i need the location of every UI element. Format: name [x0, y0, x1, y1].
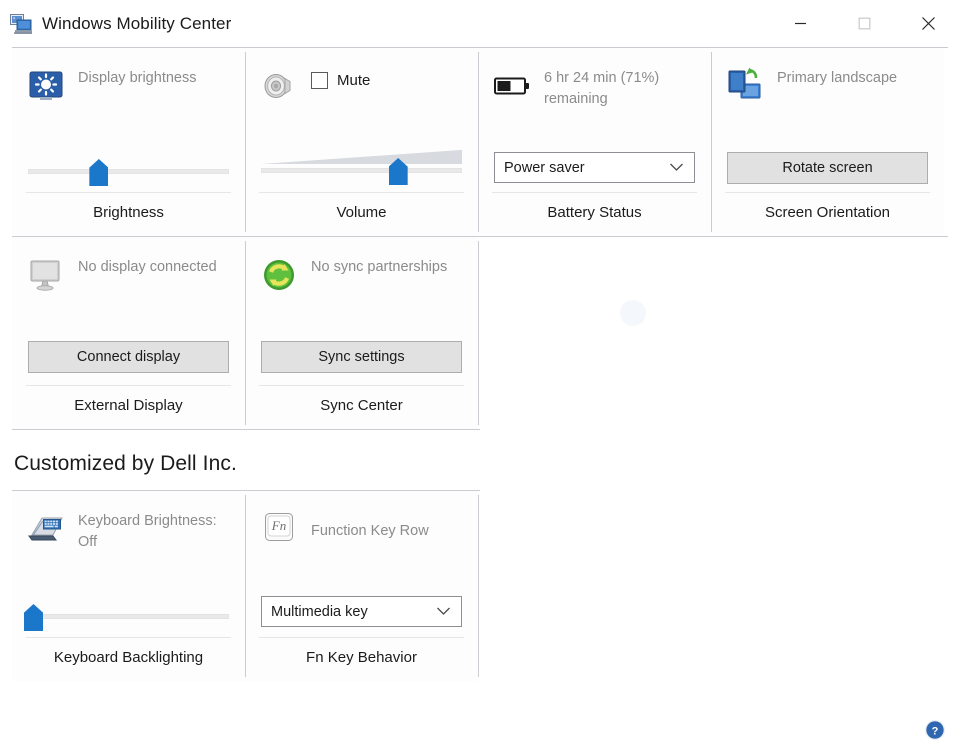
slider-widget[interactable] — [28, 599, 229, 633]
slider-thumb[interactable] — [24, 604, 43, 631]
fn-key-icon: Fn — [259, 509, 299, 549]
volume-slider[interactable] — [245, 148, 478, 188]
tile-footer-label: Brightness — [12, 193, 245, 233]
help-icon: ? — [924, 719, 946, 741]
tile-footer-label: Battery Status — [478, 193, 711, 233]
checkbox-box[interactable] — [311, 72, 328, 89]
tile-header: Fn Function Key Row — [245, 491, 478, 593]
window-controls — [768, 0, 960, 47]
tile-screen-orientation: Primary landscape Rotate screen Screen O… — [711, 48, 944, 236]
sync-settings-button[interactable]: Sync settings — [261, 341, 462, 373]
rotate-screen-button-wrap: Rotate screen — [711, 152, 944, 184]
chevron-down-icon[interactable] — [669, 160, 684, 176]
tile-header: No display connected — [12, 237, 245, 317]
help-button[interactable]: ? — [924, 719, 946, 741]
tile-footer: Battery Status — [478, 192, 711, 236]
tile-brightness: Display brightness Brightness — [12, 48, 245, 236]
slider-widget[interactable] — [28, 154, 229, 188]
connect-display-button[interactable]: Connect display — [28, 341, 229, 373]
keyboard-backlight-icon — [26, 509, 66, 549]
rotate-screen-button[interactable]: Rotate screen — [727, 152, 928, 184]
slider-track — [28, 169, 229, 174]
brightness-slider[interactable] — [12, 154, 245, 188]
grid-bottom-rule — [12, 429, 480, 430]
svg-text:Fn: Fn — [271, 518, 286, 533]
tile-footer-label: Fn Key Behavior — [245, 638, 478, 678]
connect-display-button-wrap: Connect display — [12, 341, 245, 373]
speaker-icon — [259, 66, 299, 106]
minimize-icon — [794, 17, 807, 30]
chevron-down-icon[interactable] — [436, 604, 451, 620]
sync-settings-button-wrap: Sync settings — [245, 341, 478, 373]
mobility-center-icon — [10, 14, 32, 34]
tile-footer: Fn Key Behavior — [245, 637, 478, 681]
tile-header: Primary landscape — [711, 48, 944, 128]
window-title: Windows Mobility Center — [42, 14, 231, 34]
tile-status-text: 6 hr 24 min (71%) remaining — [544, 66, 701, 110]
battery-icon — [492, 66, 532, 106]
tile-footer: External Display — [12, 385, 245, 429]
tile-status-text: No sync partnerships — [311, 255, 447, 278]
tile-footer-label: External Display — [12, 386, 245, 426]
row2-right-edge — [478, 237, 479, 429]
mute-checkbox[interactable]: Mute — [311, 66, 370, 89]
tile-footer-label: Screen Orientation — [711, 193, 944, 233]
tile-footer: Brightness — [12, 192, 245, 236]
tile-sync-center: No sync partnerships Sync settings Sync … — [245, 237, 478, 429]
minimize-button[interactable] — [768, 0, 832, 47]
title-bar: Windows Mobility Center — [0, 0, 960, 47]
tile-volume: Mute Volume — [245, 48, 478, 236]
combobox[interactable]: Multimedia key — [261, 596, 462, 627]
tile-fn-key-behavior: Fn Function Key Row Multimedia key F — [245, 491, 478, 681]
tile-row-1: Display brightness Brightness — [12, 48, 948, 236]
keyboard-brightness-slider[interactable] — [12, 599, 245, 633]
tile-status-text: Primary landscape — [777, 66, 897, 89]
tile-footer: Volume — [245, 192, 478, 236]
maximize-icon — [858, 17, 871, 30]
tile-status-text: No display connected — [78, 255, 217, 278]
tile-footer-label: Keyboard Backlighting — [12, 638, 245, 678]
volume-wedge — [261, 148, 462, 164]
tile-footer-label: Sync Center — [245, 386, 478, 426]
tile-header: Display brightness — [12, 48, 245, 128]
tile-footer: Sync Center — [245, 385, 478, 429]
slider-track — [261, 168, 462, 173]
slider-widget[interactable] — [261, 148, 462, 188]
combobox-value: Multimedia key — [271, 604, 368, 620]
tile-status-text: Display brightness — [78, 66, 196, 89]
svg-text:?: ? — [932, 725, 939, 737]
maximize-button[interactable] — [832, 0, 896, 47]
tile-header: 6 hr 24 min (71%) remaining — [478, 48, 711, 128]
tile-header: No sync partnerships — [245, 237, 478, 317]
close-button[interactable] — [896, 0, 960, 47]
tile-external-display: No display connected Connect display Ext… — [12, 237, 245, 429]
sync-icon — [259, 255, 299, 295]
dell-section-heading: Customized by Dell Inc. — [14, 452, 960, 476]
display-brightness-icon — [26, 66, 66, 106]
dell-tiles: Keyboard Brightness: Off Keyboard Backli… — [12, 490, 948, 681]
dell-tile-row: Keyboard Brightness: Off Keyboard Backli… — [12, 491, 948, 681]
dell-row-right-edge — [478, 491, 479, 681]
fn-behavior-dropdown[interactable]: Multimedia key — [245, 596, 478, 627]
tile-keyboard-backlighting: Keyboard Brightness: Off Keyboard Backli… — [12, 491, 245, 681]
slider-track — [28, 614, 229, 619]
tile-footer-label: Volume — [245, 193, 478, 233]
tile-header: Keyboard Brightness: Off — [12, 491, 245, 593]
power-plan-dropdown[interactable]: Power saver — [478, 152, 711, 183]
mobility-tiles: Display brightness Brightness — [12, 47, 948, 430]
tile-row-2: No display connected Connect display Ext… — [12, 237, 948, 429]
mute-label: Mute — [337, 72, 370, 89]
tile-footer: Keyboard Backlighting — [12, 637, 245, 681]
combobox[interactable]: Power saver — [494, 152, 695, 183]
external-monitor-icon — [26, 255, 66, 295]
combobox-value: Power saver — [504, 160, 585, 176]
close-icon — [921, 16, 936, 31]
slider-thumb[interactable] — [89, 159, 108, 186]
screen-orientation-icon — [725, 66, 765, 106]
tile-status-text: Function Key Row — [311, 509, 429, 542]
tile-status-text: Keyboard Brightness: Off — [78, 509, 228, 553]
tile-battery: 6 hr 24 min (71%) remaining Power saver … — [478, 48, 711, 236]
tile-header: Mute — [245, 48, 478, 128]
tile-footer: Screen Orientation — [711, 192, 944, 236]
